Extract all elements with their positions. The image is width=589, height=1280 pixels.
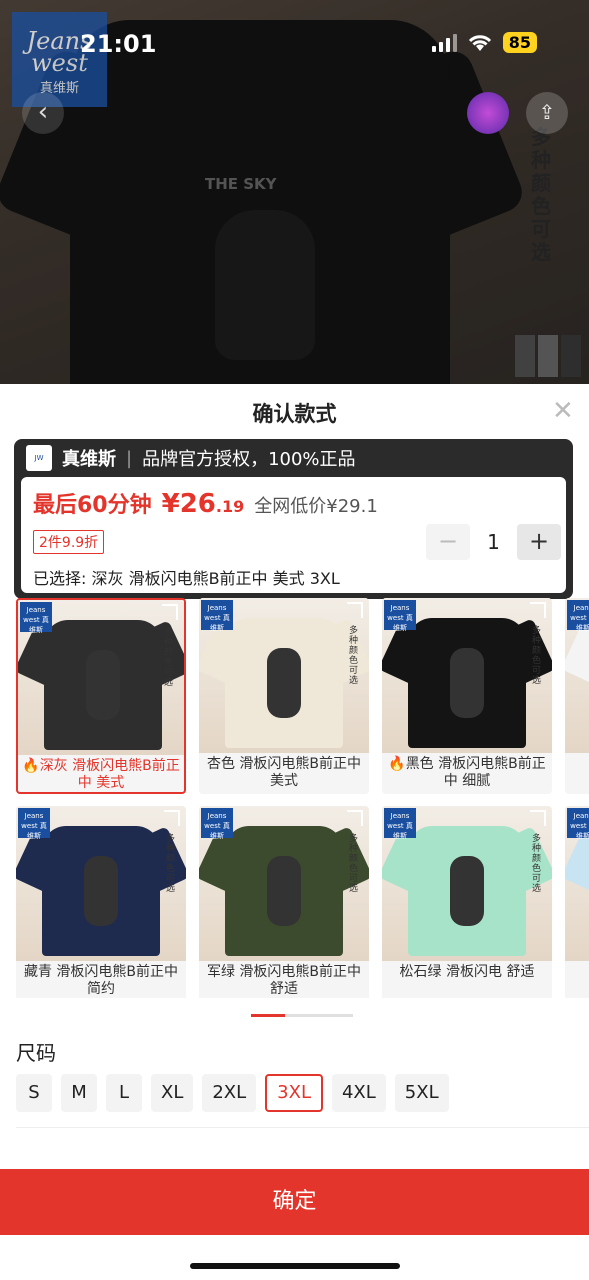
variant-card[interactable]: Jeans west 真维斯多种颜色可选藏青 滑板闪电熊B前正中 简约	[16, 806, 186, 998]
size-option[interactable]: L	[106, 1074, 142, 1112]
countdown-text: 最后60分钟	[33, 493, 152, 518]
selected-summary: 已选择: 深灰 滑板闪电熊B前正中 美式 3XL	[33, 569, 340, 588]
variant-image: Jeans west 真维斯多种颜色可选	[199, 598, 369, 753]
fire-icon: 🔥	[388, 756, 406, 772]
size-option[interactable]: 5XL	[394, 1074, 449, 1112]
variant-label: 🔥深灰 滑板闪电熊B前正中 美式	[22, 758, 180, 791]
variant-image: Jeans west 真维斯多种颜色可选	[18, 600, 184, 755]
promo-tag: 2件9.9折	[33, 530, 105, 554]
variant-image: Jeans west 真维斯多种颜色可选	[16, 806, 186, 961]
variant-image: Jeans west 真维斯多种颜色可选	[382, 806, 552, 961]
size-options: S M L XL 2XL 3XL 4XL 5XL	[16, 1074, 449, 1112]
brand-logo: Jeans west 真维斯	[12, 12, 107, 107]
variant-card[interactable]: Jeans west 真维斯多种颜色可选松石绿 滑板闪电 舒适	[382, 806, 552, 998]
compare-price: 全网低价¥29.1	[254, 496, 378, 517]
expand-icon[interactable]	[347, 602, 363, 618]
size-option[interactable]: 2XL	[202, 1074, 257, 1112]
color-note: 多种颜色可选	[349, 626, 359, 686]
product-options-screen: THE SKY Jeans west 真维斯 多种颜色可选 21:01 85 ‹…	[0, 0, 589, 1280]
size-title: 尺码	[16, 1041, 56, 1065]
variant-card[interactable]: Jeans west 真维斯 多种颜色可选 🔥深灰 滑板闪电熊B前正中 美式	[16, 598, 186, 794]
brand-logo: Jeans west 真维斯	[20, 602, 52, 634]
status-icons: 85	[431, 32, 537, 53]
expand-icon[interactable]	[162, 604, 178, 620]
size-option[interactable]: XL	[151, 1074, 194, 1112]
size-option[interactable]: 4XL	[331, 1074, 386, 1112]
options-sheet: 确认款式 ✕ JW 真维斯 | 品牌官方授权，100%正品 最后60分钟 ¥26…	[0, 384, 589, 1280]
close-icon[interactable]: ✕	[552, 396, 574, 426]
variant-label: 藏青 滑板闪电熊B前正中 简约	[23, 964, 179, 997]
variant-image: Jeans west 真维斯多种颜色可选	[565, 806, 589, 961]
quantity-stepper: − 1 +	[426, 524, 561, 560]
expand-icon[interactable]	[530, 810, 546, 826]
brand-name: 真维斯	[62, 449, 116, 470]
quantity-value: 1	[487, 530, 500, 554]
variant-label: 军绿 滑板闪电熊B前正中 舒适	[206, 964, 362, 997]
share-icon: ⇪	[538, 100, 556, 124]
share-button[interactable]: ⇪	[526, 92, 568, 134]
product-info-card: JW 真维斯 | 品牌官方授权，100%正品 最后60分钟 ¥26 .19 全网…	[14, 439, 573, 599]
back-button[interactable]: ‹	[22, 92, 64, 134]
variant-label: 🔥黑色 滑板闪电熊B前正中 细腻	[388, 756, 546, 789]
divider	[16, 1127, 589, 1128]
chevron-left-icon: ‹	[37, 97, 49, 127]
brand-logo: Jeans west 真维斯	[18, 808, 50, 840]
brand-logo: Jeans west 真维斯	[201, 808, 233, 840]
home-indicator	[190, 1263, 400, 1269]
confirm-button[interactable]: 确定	[0, 1169, 589, 1235]
color-note: 多种颜色可选	[349, 834, 359, 894]
grid-pager	[251, 1014, 353, 1017]
wifi-icon	[468, 34, 491, 51]
size-option[interactable]: S	[16, 1074, 52, 1112]
color-note: 多种颜色可选	[532, 834, 542, 894]
variant-card[interactable]: Jeans west 真维斯多种颜色可选杏色 滑板闪电熊B前正中 美式	[199, 598, 369, 794]
price-decimal: .19	[215, 497, 245, 516]
brand-mini-logo: JW	[26, 445, 52, 471]
brand-logo: Jeans west 真维斯	[567, 808, 589, 840]
variant-label: 杏色 滑板闪电熊B前正中 美式	[206, 756, 362, 789]
variant-card[interactable]: Jeans west 真维斯多种颜色可选军绿 滑板闪电熊B前正中 舒适	[199, 806, 369, 998]
expand-icon[interactable]	[530, 602, 546, 618]
color-note: 多种颜色可选	[166, 834, 176, 894]
variant-image: Jeans west 真维斯多种颜色可选	[565, 598, 589, 753]
fire-icon: 🔥	[22, 758, 40, 774]
status-time: 21:01	[80, 30, 157, 58]
favorite-button[interactable]	[467, 92, 509, 134]
brand-logo: Jeans west 真维斯	[567, 600, 589, 632]
size-option[interactable]: M	[61, 1074, 97, 1112]
authorization-text: 品牌官方授权，100%正品	[142, 449, 356, 470]
variant-card[interactable]: Jeans west 真维斯多种颜色可选冰蓝	[565, 806, 589, 998]
increase-button[interactable]: +	[517, 524, 561, 560]
sheet-title: 确认款式	[252, 402, 337, 426]
variant-card[interactable]: Jeans west 真维斯多种颜色可选白	[565, 598, 589, 794]
variant-label: 松石绿 滑板闪电 舒适	[399, 964, 535, 980]
brand-logo: Jeans west 真维斯	[201, 600, 233, 632]
variant-label: 冰蓝	[565, 962, 589, 998]
brand-logo: Jeans west 真维斯	[384, 808, 416, 840]
price-box: 最后60分钟 ¥26 .19 全网低价¥29.1 2件9.9折 − 1 + 已选…	[21, 477, 566, 593]
color-note-vertical: 多种颜色可选	[531, 125, 551, 264]
expand-icon[interactable]	[347, 810, 363, 826]
variant-image: Jeans west 真维斯多种颜色可选	[199, 806, 369, 961]
variant-image: Jeans west 真维斯多种颜色可选	[382, 598, 552, 753]
size-option[interactable]: 3XL	[265, 1074, 323, 1112]
color-note: 多种颜色可选	[532, 626, 542, 686]
variant-grid[interactable]: Jeans west 真维斯 多种颜色可选 🔥深灰 滑板闪电熊B前正中 美式 Jean…	[16, 598, 589, 998]
signal-icon	[431, 33, 457, 52]
price: ¥26	[161, 489, 216, 519]
color-note: 多种颜色可选	[164, 628, 174, 688]
expand-icon[interactable]	[164, 810, 180, 826]
brand-logo: Jeans west 真维斯	[384, 600, 416, 632]
decrease-button[interactable]: −	[426, 524, 470, 560]
variant-label: 白	[565, 754, 589, 792]
battery-icon: 85	[502, 32, 537, 53]
variant-card[interactable]: Jeans west 真维斯 多种颜色可选 🔥黑色 滑板闪电熊B前正中 细腻	[382, 598, 552, 794]
